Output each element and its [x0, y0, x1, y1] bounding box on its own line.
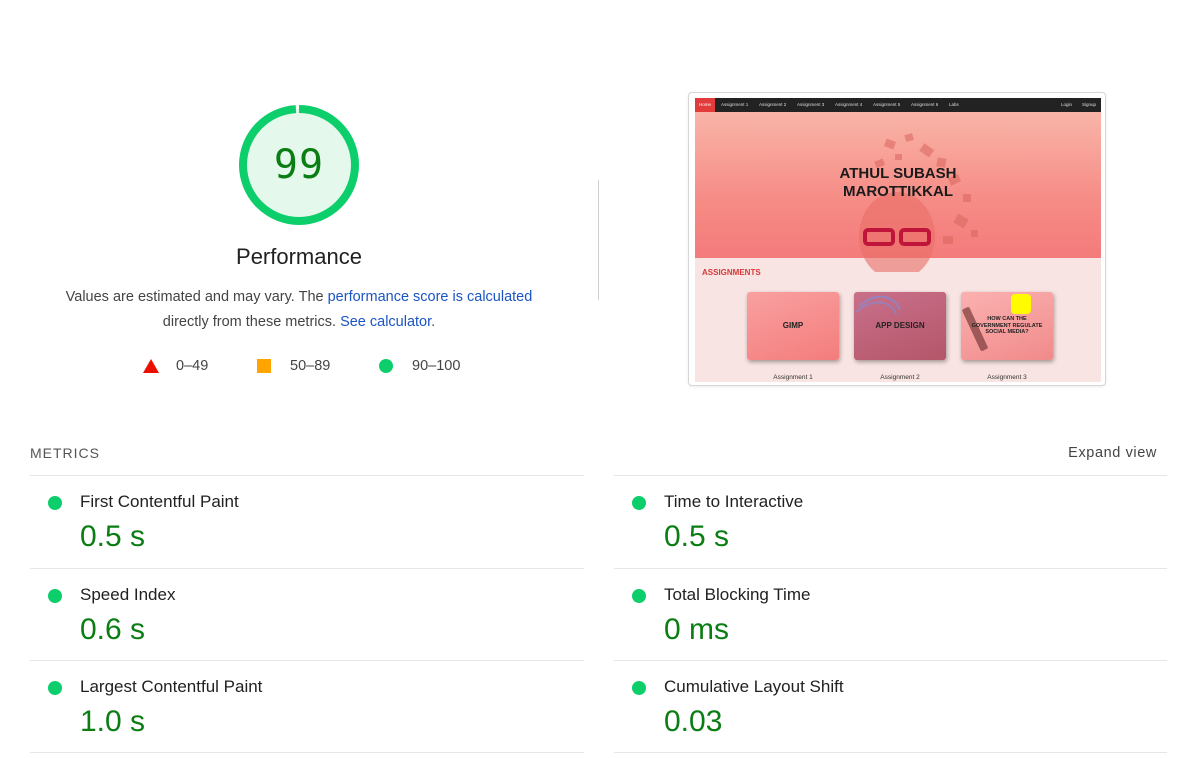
metric-label: Speed Index [80, 585, 176, 604]
metrics-heading: METRICS [30, 445, 100, 461]
preview-card-app-design: APP DESIGN [854, 292, 946, 360]
preview-hero-title: ATHUL SUBASH MAROTTIKKAL [695, 165, 1101, 201]
score-value: 99 [273, 142, 325, 188]
metric-total-blocking-time: Total Blocking Time 0 ms [614, 569, 1168, 661]
preview-card-caption: Assignment 3 [987, 374, 1027, 381]
preview-hero-line1: ATHUL SUBASH [839, 165, 957, 182]
circle-icon [379, 359, 393, 373]
preview-hero-line2: MAROTTIKKAL [843, 183, 953, 200]
metric-largest-contentful-paint: Largest Contentful Paint 1.0 s [30, 661, 584, 753]
legend-fail: 0–49 [143, 358, 208, 374]
square-icon [257, 359, 271, 373]
preview-assignments-heading: ASSIGNMENTS [702, 268, 761, 277]
preview-nav-item: Assignment 6 [911, 102, 939, 107]
preview-card-title: GIMP [782, 321, 804, 330]
metric-speed-index: Speed Index 0.6 s [30, 569, 584, 661]
preview-nav-home: Home [695, 98, 715, 112]
metric-value: 0.03 [664, 705, 723, 738]
triangle-icon [143, 359, 159, 373]
preview-navbar: Home Assignment 1 Assignment 2 Assignmen… [695, 98, 1101, 112]
metric-label: Largest Contentful Paint [80, 677, 263, 696]
metric-label: Total Blocking Time [664, 585, 811, 604]
pass-circle-icon [632, 681, 646, 695]
screenshot-page: Home Assignment 1 Assignment 2 Assignmen… [695, 98, 1101, 382]
metric-value: 0.5 s [80, 520, 146, 553]
preview-nav-item: Assignment 5 [873, 102, 901, 107]
preview-hero: ATHUL SUBASH MAROTTIKKAL [695, 112, 1101, 272]
score-calculated-link[interactable]: performance score is calculated [328, 289, 533, 305]
metric-cumulative-layout-shift: Cumulative Layout Shift 0.03 [614, 661, 1168, 753]
preview-nav-item: Assignment 2 [759, 102, 787, 107]
performance-score-gauge: 99 [238, 104, 360, 226]
desc-mid: directly from these metrics. [162, 314, 341, 330]
pass-circle-icon [48, 589, 62, 603]
preview-card-caption: Assignment 2 [880, 374, 920, 381]
legend-pass: 90–100 [379, 358, 460, 374]
metrics-divider [30, 752, 584, 753]
metric-label: First Contentful Paint [80, 492, 239, 511]
preview-nav-item: Login [1061, 102, 1073, 107]
metric-value: 0 ms [664, 613, 730, 646]
preview-nav-item: Labs [949, 102, 959, 107]
preview-nav-item: Assignment 1 [721, 102, 749, 107]
expand-view-toggle[interactable]: Expand view [1068, 445, 1157, 461]
preview-card-gimp: GIMP [747, 292, 839, 360]
pass-circle-icon [48, 496, 62, 510]
metrics-divider [614, 752, 1167, 753]
final-screenshot[interactable]: Home Assignment 1 Assignment 2 Assignmen… [688, 92, 1106, 386]
legend-fail-range: 0–49 [176, 358, 209, 374]
desc-suffix: . [431, 314, 436, 330]
metric-value: 0.6 s [80, 613, 146, 646]
preview-card-social-media: HOW CAN THE GOVERNMENT REGULATE SOCIAL M… [961, 292, 1053, 360]
hero-portrait-image [859, 133, 978, 272]
metric-label: Cumulative Layout Shift [664, 677, 844, 696]
performance-title: Performance [236, 244, 362, 269]
preview-nav-item: Assignment 4 [835, 102, 863, 107]
metric-first-contentful-paint: First Contentful Paint 0.5 s [30, 476, 584, 568]
preview-nav-item: Assignment 3 [797, 102, 825, 107]
score-legend: 0–49 50–89 90–100 [0, 358, 598, 380]
legend-pass-range: 90–100 [412, 358, 461, 374]
preview-card-caption: Assignment 1 [773, 374, 813, 381]
see-calculator-link[interactable]: See calculator [340, 314, 431, 330]
desc-prefix: Values are estimated and may vary. The [65, 289, 328, 305]
legend-average-range: 50–89 [290, 358, 331, 374]
performance-description: Values are estimated and may vary. The p… [40, 285, 558, 335]
metric-time-to-interactive: Time to Interactive 0.5 s [614, 476, 1168, 568]
metric-value: 0.5 s [664, 520, 730, 553]
preview-card-title: HOW CAN THE GOVERNMENT REGULATE SOCIAL M… [971, 316, 1043, 335]
preview-nav-item: Signup [1082, 102, 1097, 107]
pass-circle-icon [632, 496, 646, 510]
metric-label: Time to Interactive [664, 492, 804, 511]
metric-value: 1.0 s [80, 705, 146, 738]
vertical-divider [598, 180, 599, 300]
pass-circle-icon [48, 681, 62, 695]
legend-average: 50–89 [257, 358, 330, 374]
pass-circle-icon [632, 589, 646, 603]
preview-card-title: APP DESIGN [875, 321, 925, 330]
